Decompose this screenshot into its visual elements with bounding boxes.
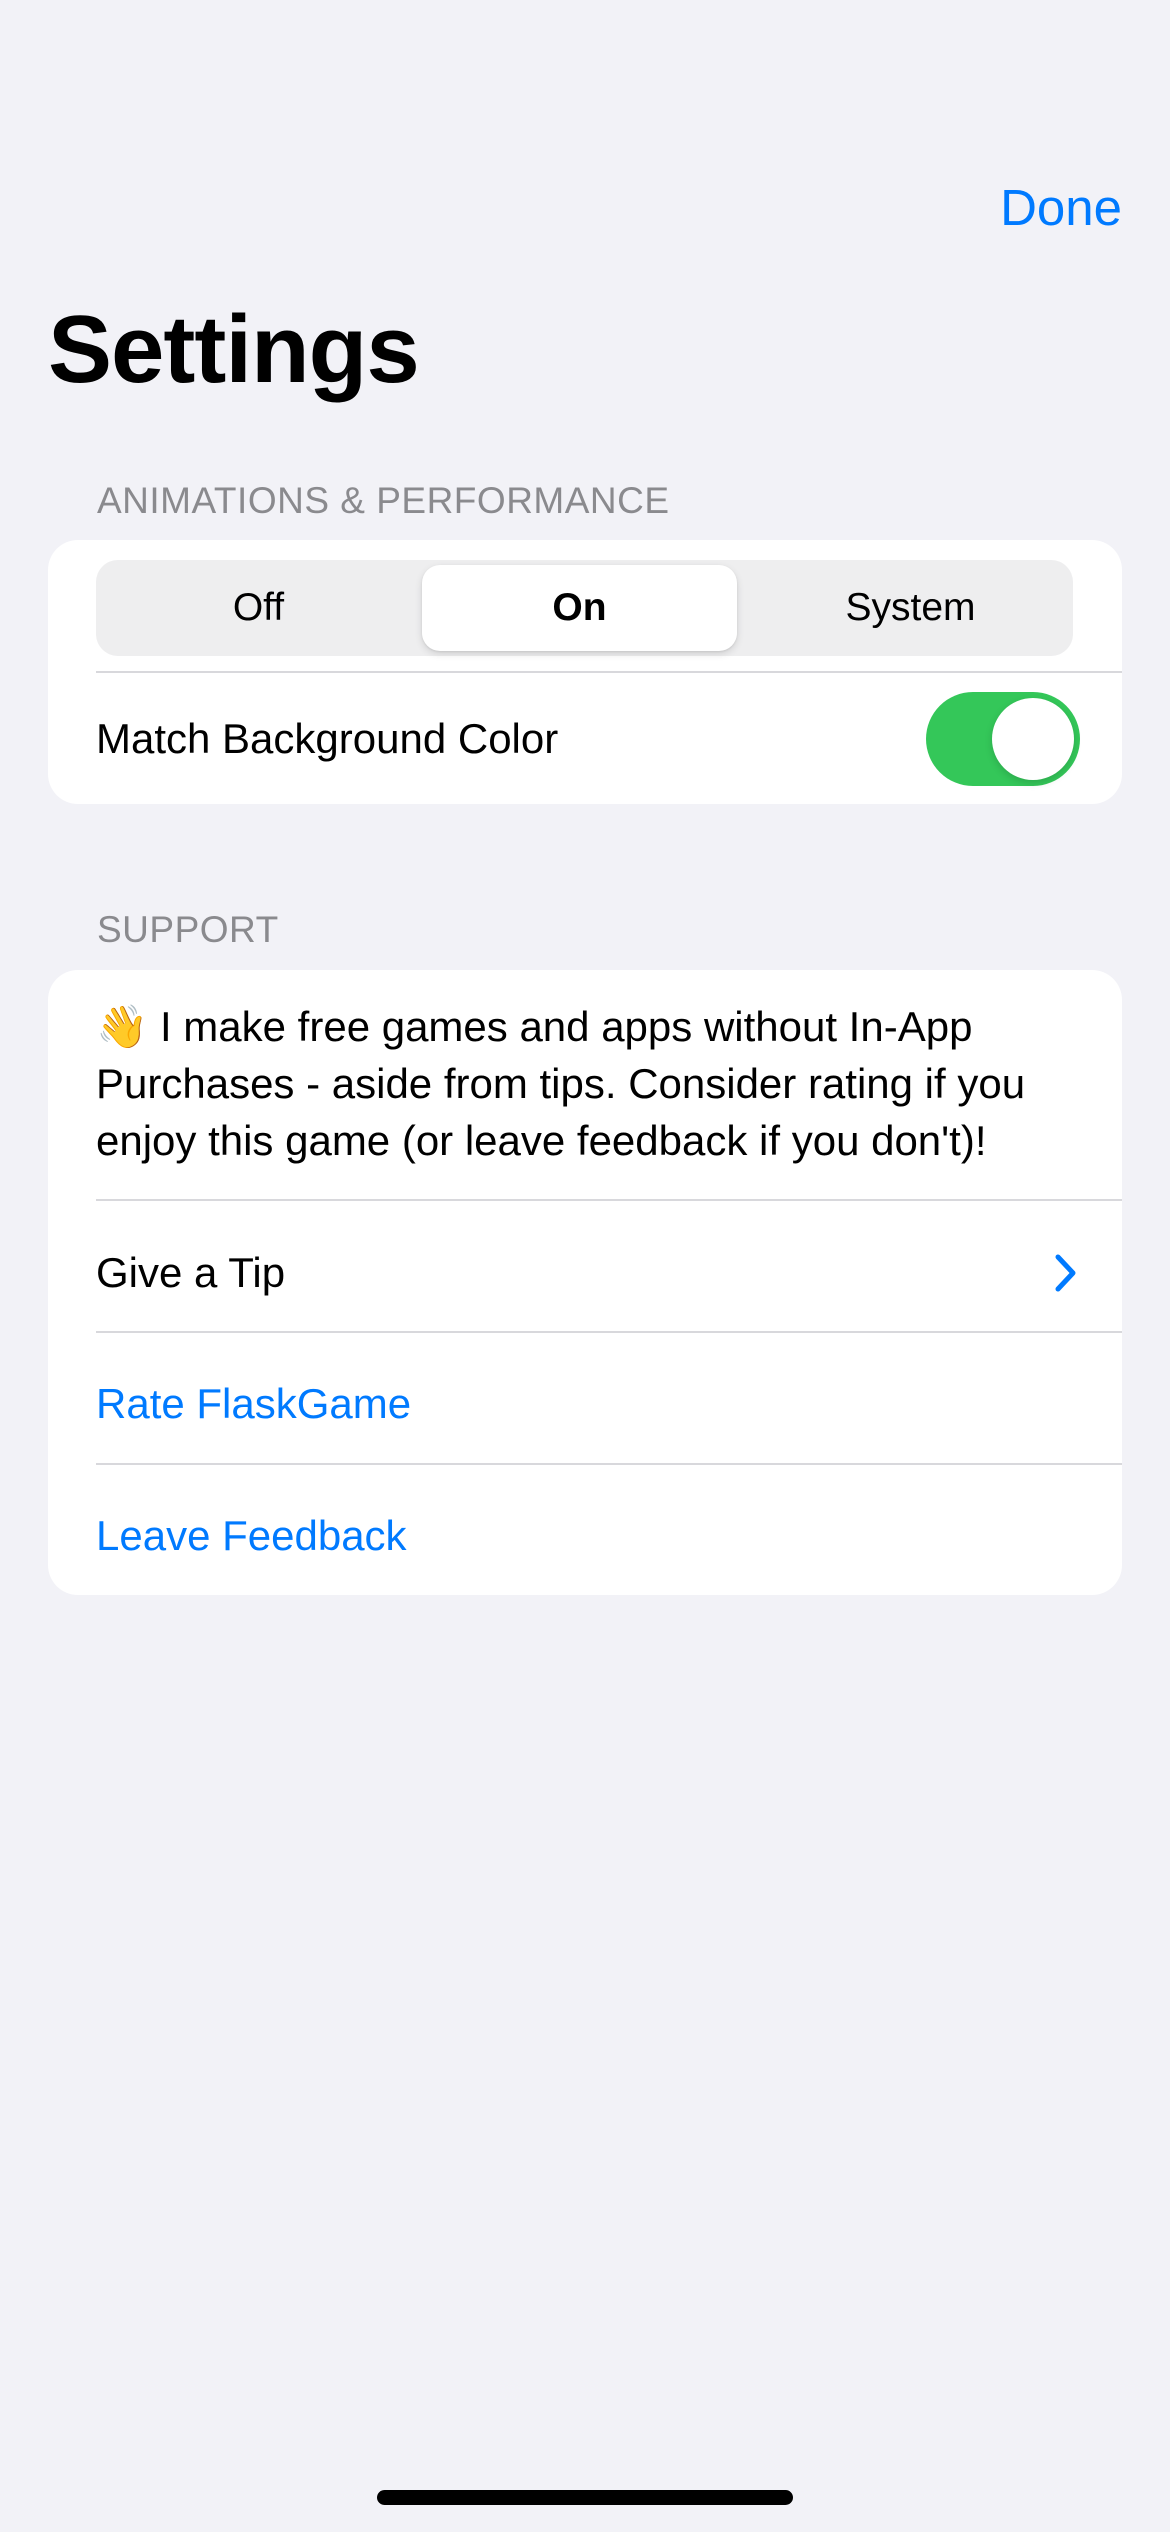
page-title: Settings	[48, 296, 420, 403]
support-card: 👋 I make free games and apps without In-…	[48, 970, 1122, 1595]
leave-feedback-link[interactable]: Leave Feedback	[96, 1510, 407, 1562]
rate-game-link[interactable]: Rate FlaskGame	[96, 1378, 411, 1430]
row-divider	[96, 1331, 1122, 1333]
row-divider	[96, 1199, 1122, 1201]
row-divider	[96, 1463, 1122, 1465]
animations-segmented-control: Off On System	[96, 560, 1073, 656]
chevron-right-icon[interactable]	[1053, 1253, 1079, 1293]
section-header-support: SUPPORT	[97, 909, 279, 950]
segment-off[interactable]: Off	[96, 560, 421, 656]
row-divider	[96, 671, 1122, 673]
match-background-label: Match Background Color	[96, 715, 559, 762]
match-background-toggle[interactable]	[926, 692, 1080, 786]
support-message-text: I make free games and apps without In-Ap…	[96, 1003, 1026, 1164]
section-header-animations: ANIMATIONS & PERFORMANCE	[97, 480, 670, 521]
done-button[interactable]: Done	[1000, 176, 1122, 240]
segment-system[interactable]: System	[748, 560, 1073, 656]
animations-card: Off On System Match Background Color	[48, 540, 1122, 804]
waving-hand-icon: 👋	[96, 1003, 149, 1050]
toggle-knob	[992, 698, 1074, 780]
home-indicator[interactable]	[377, 2490, 793, 2505]
segment-on[interactable]: On	[422, 565, 737, 651]
support-message: 👋 I make free games and apps without In-…	[96, 998, 1096, 1169]
give-tip-label[interactable]: Give a Tip	[96, 1247, 285, 1299]
